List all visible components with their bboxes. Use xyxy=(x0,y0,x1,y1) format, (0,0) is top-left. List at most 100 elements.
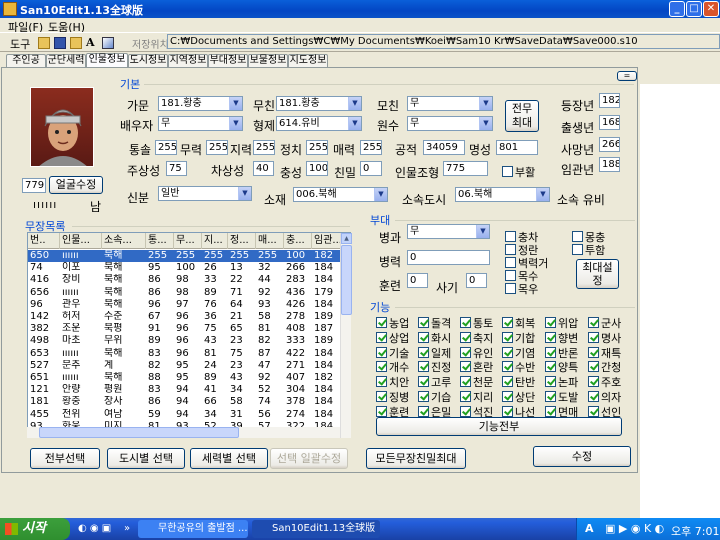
skill-checkbox[interactable]: 간청 xyxy=(588,359,621,375)
skill-checkbox[interactable]: 상업 xyxy=(376,330,409,346)
war-field[interactable]: 255 xyxy=(206,140,228,155)
checkbox-box[interactable] xyxy=(588,391,599,402)
skill-checkbox[interactable]: 농업 xyxy=(376,315,409,331)
checkbox-box[interactable] xyxy=(545,346,556,358)
table-row[interactable]: 527 문추 계 82 95 24 23 47 271 184 xyxy=(28,360,350,372)
list-horizontal-scrollbar[interactable] xyxy=(27,427,340,438)
checkbox-box[interactable] xyxy=(460,346,471,358)
face-number-field[interactable]: 779 xyxy=(22,178,46,193)
select-by-force-button[interactable]: 세력별 선택 xyxy=(190,448,268,469)
scroll-up-icon[interactable]: ▲ xyxy=(341,233,352,244)
appear-year-field[interactable]: 182 xyxy=(599,93,620,108)
skill-checkbox[interactable]: 회복 xyxy=(502,315,535,331)
table-row[interactable]: 455 전위 여남 59 94 34 31 56 274 184 xyxy=(28,409,350,421)
battleship-checkbox[interactable]: 투함 xyxy=(572,242,605,258)
intimacy-field[interactable]: 0 xyxy=(360,161,382,176)
tab-person[interactable]: 인물정보 xyxy=(86,53,128,68)
chevron-down-icon[interactable]: ▼ xyxy=(479,97,492,110)
mother-combo[interactable]: 무 ▼ xyxy=(407,96,493,111)
skill-checkbox[interactable]: 상단 xyxy=(502,389,535,405)
skill-checkbox[interactable]: 진정 xyxy=(418,359,451,375)
skill-checkbox[interactable]: 지리 xyxy=(460,389,493,405)
quicklaunch-icons[interactable]: ◐ ◉ ▣ xyxy=(78,523,111,534)
troops-field[interactable]: 0 xyxy=(407,250,490,265)
table-row[interactable]: 181 황충 장사 86 94 66 58 74 378 184 xyxy=(28,396,350,408)
edit-button[interactable]: 수정 xyxy=(533,446,631,467)
unit-max-button[interactable]: 최대설정 xyxy=(576,259,619,289)
chevron-down-icon[interactable]: ▼ xyxy=(348,97,361,110)
minimize-button[interactable]: _ xyxy=(669,1,685,17)
charm-field[interactable]: 255 xyxy=(360,140,382,155)
table-row[interactable]: 656 ıııııı 북해 86 98 89 71 92 436 179 xyxy=(28,287,350,299)
checkbox-box[interactable] xyxy=(505,283,516,294)
column-header[interactable]: 매... xyxy=(256,233,284,249)
checkbox-box[interactable] xyxy=(418,317,429,328)
checkbox-box[interactable] xyxy=(460,331,471,343)
skill-checkbox[interactable]: 양특 xyxy=(545,359,578,375)
checkbox-box[interactable] xyxy=(502,405,513,417)
checkbox-box[interactable] xyxy=(545,405,556,417)
max-intimacy-button[interactable]: 모든무장친밀최대 xyxy=(366,448,466,469)
chevron-down-icon[interactable]: ▼ xyxy=(374,188,387,201)
folder-icon[interactable] xyxy=(70,37,82,49)
merit-field[interactable]: 34059 xyxy=(423,140,465,155)
checkbox-box[interactable] xyxy=(418,391,429,402)
family-combo[interactable]: 181.황충 ▼ xyxy=(158,96,243,111)
home-city-combo[interactable]: 06.북해 ▼ xyxy=(455,187,550,202)
skill-checkbox[interactable]: 개수 xyxy=(376,359,409,375)
checkbox-box[interactable] xyxy=(545,317,556,328)
checkbox-box[interactable] xyxy=(502,331,513,343)
checkbox-box[interactable] xyxy=(545,376,556,388)
table-row[interactable]: 96 관우 북해 96 97 76 64 93 426 184 xyxy=(28,299,350,311)
table-row[interactable]: 416 장비 북해 86 98 33 22 44 283 184 xyxy=(28,274,350,286)
checkbox-box[interactable] xyxy=(460,376,471,388)
checkbox-box[interactable] xyxy=(418,361,429,373)
sibling-combo[interactable]: 614.유비 ▼ xyxy=(276,116,362,131)
info-icon[interactable] xyxy=(102,37,114,49)
skill-checkbox[interactable]: 탄반 xyxy=(502,374,535,390)
lord-compat-field[interactable]: 75 xyxy=(166,161,187,176)
tab-region[interactable]: 지역정보 xyxy=(168,54,208,68)
checkbox-box[interactable] xyxy=(460,317,471,328)
skill-checkbox[interactable]: 고루 xyxy=(418,374,451,390)
tab-unit[interactable]: 부대정보 xyxy=(208,54,248,68)
checkbox-box[interactable] xyxy=(505,257,516,268)
checkbox-box[interactable] xyxy=(376,317,387,328)
table-row[interactable]: 498 마초 무위 89 96 43 23 82 333 189 xyxy=(28,335,350,347)
chevron-down-icon[interactable]: ▼ xyxy=(229,97,242,110)
model-field[interactable]: 775 xyxy=(443,161,488,176)
column-header[interactable]: 소속... xyxy=(102,233,146,249)
skill-checkbox[interactable]: 수반 xyxy=(502,359,535,375)
spouse-combo[interactable]: 무 ▼ xyxy=(158,116,243,131)
checkbox-box[interactable] xyxy=(588,376,599,388)
select-by-city-button[interactable]: 도시별 선택 xyxy=(107,448,185,469)
skill-checkbox[interactable]: 기술 xyxy=(376,345,409,361)
checkbox-box[interactable] xyxy=(418,376,429,388)
skill-checkbox[interactable]: 일제 xyxy=(418,345,451,361)
checkbox-box[interactable] xyxy=(572,231,583,242)
taskbar-item-browser[interactable]: 무한공유의 출발점 ... xyxy=(138,520,248,538)
enemy-combo[interactable]: 무 ▼ xyxy=(407,116,493,131)
checkbox-box[interactable] xyxy=(502,361,513,373)
batch-edit-button[interactable]: 선택 일괄수정 xyxy=(270,448,348,469)
ime-icon[interactable]: A xyxy=(585,522,594,535)
skill-checkbox[interactable]: 기염 xyxy=(502,345,535,361)
checkbox-box[interactable] xyxy=(588,405,599,417)
checkbox-box[interactable] xyxy=(505,270,516,281)
skill-checkbox[interactable]: 재특 xyxy=(588,345,621,361)
skill-checkbox[interactable]: 기습 xyxy=(418,389,451,405)
skill-checkbox[interactable]: 향변 xyxy=(545,330,578,346)
checkbox-box[interactable] xyxy=(418,346,429,358)
table-row[interactable]: 74 이포 북해 95 100 26 13 32 266 184 xyxy=(28,262,350,274)
leadership-field[interactable]: 255 xyxy=(155,140,177,155)
chevron-down-icon[interactable]: ▼ xyxy=(229,117,242,130)
close-button[interactable]: ✕ xyxy=(703,1,719,17)
skill-checkbox[interactable]: 명사 xyxy=(588,330,621,346)
revive-checkbox[interactable]: 부활 xyxy=(502,164,535,180)
column-header[interactable]: 인물... xyxy=(60,233,102,249)
column-header[interactable]: 정... xyxy=(228,233,256,249)
tab-force[interactable]: 군단세력 xyxy=(46,54,86,68)
table-row[interactable]: 653 ıııııı 북해 83 96 81 75 87 422 184 xyxy=(28,348,350,360)
skill-checkbox[interactable]: 혼란 xyxy=(460,359,493,375)
checkbox-box[interactable] xyxy=(502,376,513,388)
